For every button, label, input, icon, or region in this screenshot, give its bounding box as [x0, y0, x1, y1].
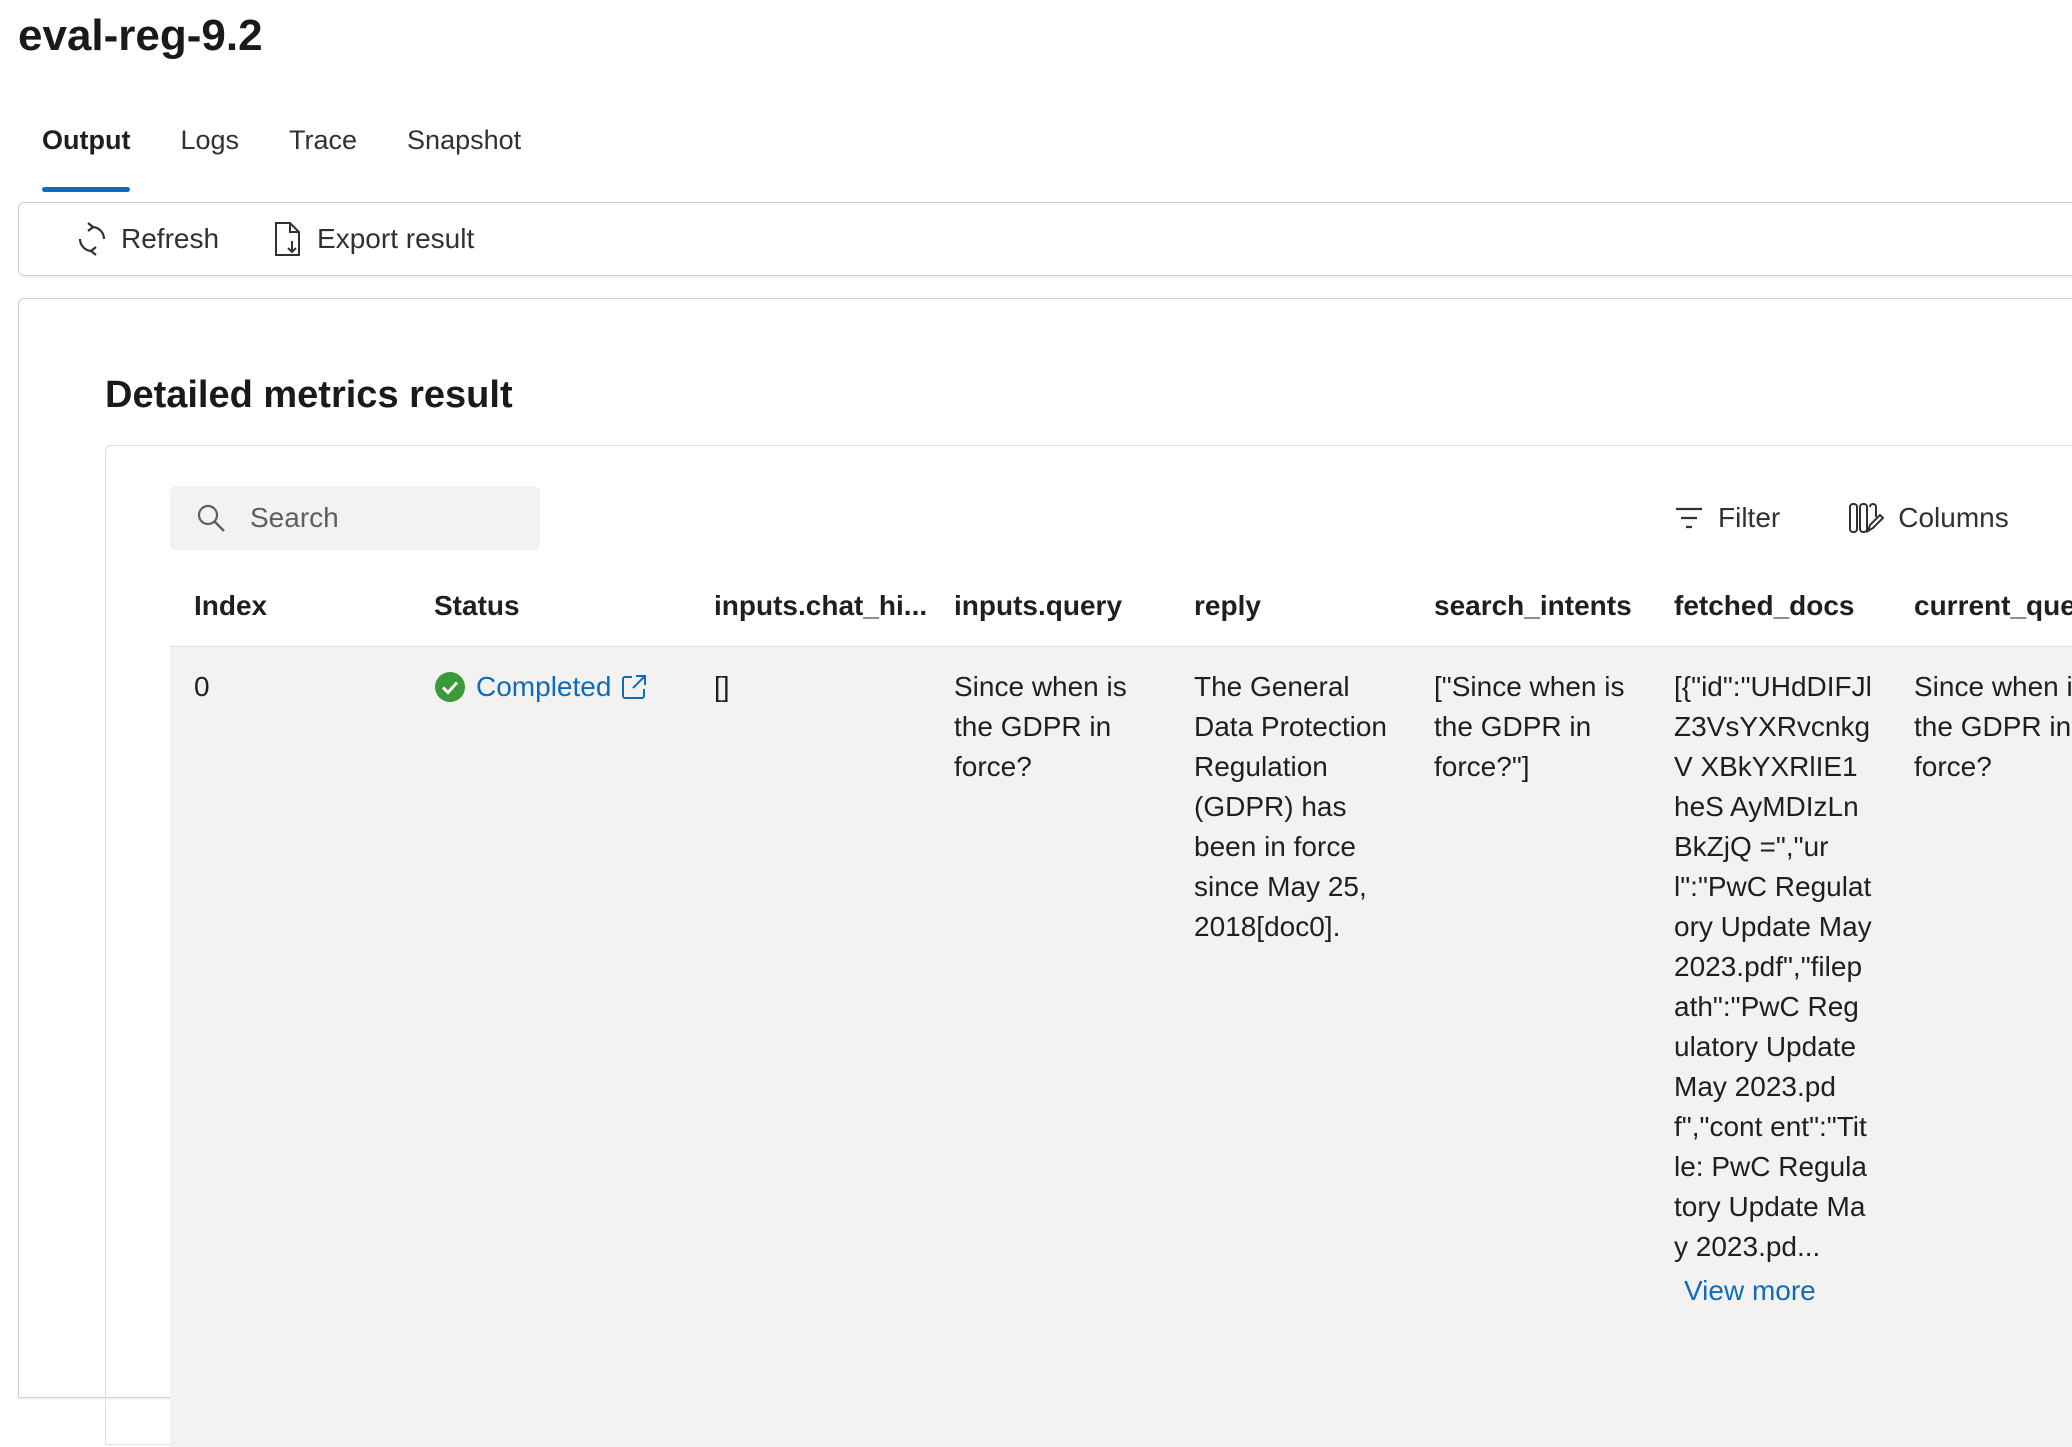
export-label: Export result — [317, 223, 475, 254]
columns-label: Columns — [1898, 502, 2009, 533]
export-result-button[interactable]: Export result — [273, 221, 474, 257]
tab-snapshot[interactable]: Snapshot — [407, 110, 521, 182]
table-actions: Filter Columns — [1674, 486, 2009, 550]
page-title: eval-reg-9.2 — [18, 11, 263, 60]
column-header-index[interactable]: Index — [170, 590, 410, 622]
section-title: Detailed metrics result — [105, 374, 513, 416]
check-circle-icon — [435, 672, 465, 702]
cell-chat-history: [] — [714, 671, 730, 702]
cell-reply: The General Data Protection Regulation (… — [1194, 671, 1387, 942]
search-icon — [197, 504, 225, 532]
cell-query: Since when is the GDPR in force? — [954, 671, 1127, 782]
columns-icon — [1849, 503, 1885, 534]
search-box[interactable] — [170, 486, 540, 550]
column-header-current-query[interactable]: current_que — [1890, 590, 2072, 622]
filter-label: Filter — [1718, 502, 1781, 533]
filter-icon — [1676, 507, 1702, 529]
status-indicator: Completed — [434, 667, 672, 707]
export-document-icon — [275, 222, 301, 256]
status-completed-link[interactable]: Completed — [476, 667, 611, 707]
tab-output[interactable]: Output — [42, 110, 131, 192]
columns-button[interactable]: Columns — [1848, 501, 2009, 535]
filter-button[interactable]: Filter — [1674, 502, 1780, 534]
cell-fetched-docs: [{"id":"UHdDIFJl Z3VsYXRvcnkgV XBkYXRlIE… — [1650, 647, 1890, 1311]
column-header-search-intents[interactable]: search_intents — [1410, 590, 1650, 622]
refresh-button[interactable]: Refresh — [77, 222, 219, 256]
column-header-reply[interactable]: reply — [1170, 590, 1410, 622]
fetched-docs-text: [{"id":"UHdDIFJl Z3VsYXRvcnkgV XBkYXRlIE… — [1674, 671, 1872, 1262]
tab-bar: Output Logs Trace Snapshot — [42, 110, 571, 192]
open-external-icon[interactable] — [621, 674, 647, 700]
results-grid: Index Status inputs.chat_hi... inputs.qu… — [170, 566, 2072, 1447]
cell-status: Completed — [410, 647, 690, 707]
column-header-chat-history[interactable]: inputs.chat_hi... — [690, 590, 930, 622]
metrics-table-card: Filter Columns Index Status inputs.chat_… — [105, 445, 2072, 1447]
refresh-label: Refresh — [121, 223, 220, 254]
toolbar: Refresh Export result — [18, 202, 2072, 276]
cell-current-query: Since when is the GDPR in force? — [1914, 671, 2072, 782]
column-header-query[interactable]: inputs.query — [930, 590, 1170, 622]
table-row[interactable]: 0 Completed [] Since when is the GDPR in… — [170, 647, 2072, 1447]
tab-logs[interactable]: Logs — [180, 110, 239, 182]
metrics-panel: Detailed metrics result Filter — [18, 298, 2072, 1447]
cell-index: 0 — [194, 671, 210, 702]
refresh-icon — [78, 222, 106, 256]
view-more-link[interactable]: View more — [1684, 1271, 1872, 1311]
cell-search-intents: ["Since when is the GDPR in force?"] — [1434, 671, 1625, 782]
grid-header: Index Status inputs.chat_hi... inputs.qu… — [170, 566, 2072, 647]
column-header-fetched-docs[interactable]: fetched_docs — [1650, 590, 1890, 622]
column-header-status[interactable]: Status — [410, 590, 690, 622]
tab-trace[interactable]: Trace — [289, 110, 357, 182]
search-input[interactable] — [248, 501, 512, 535]
